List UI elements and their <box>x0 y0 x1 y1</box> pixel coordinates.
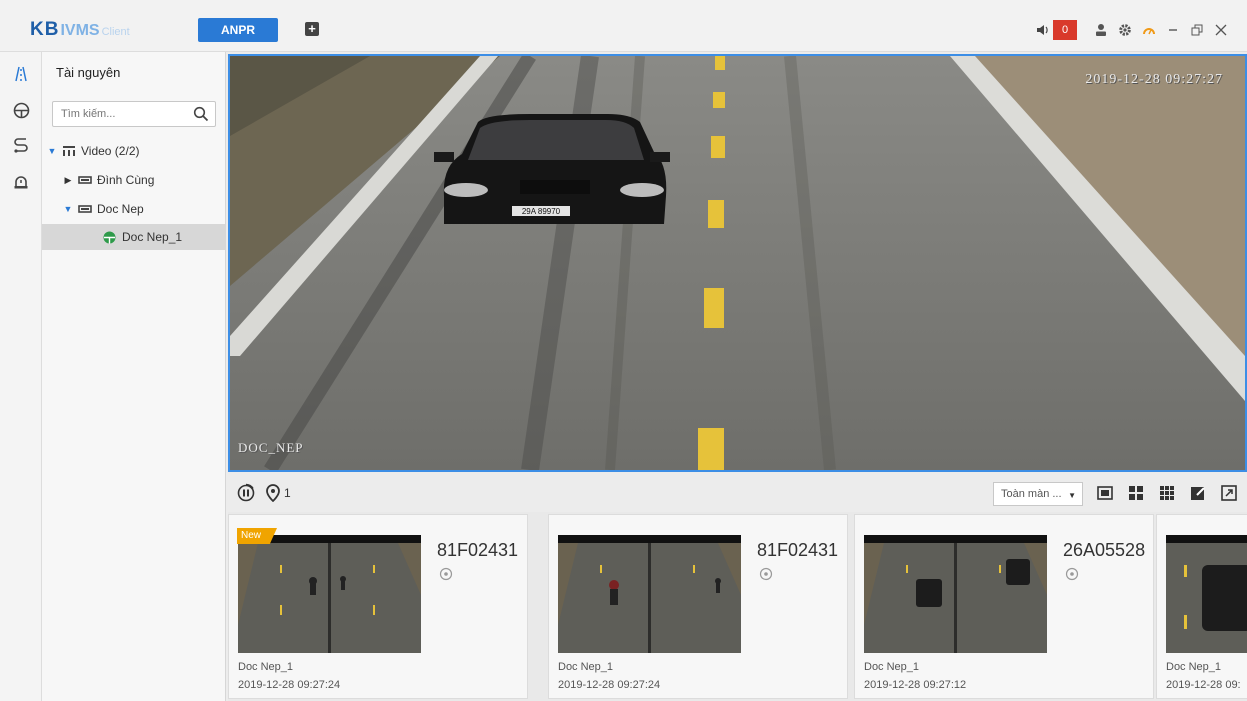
resource-panel: Tài nguyên ▼ Video (2/2) ▶ Đình Cùng ▼ D… <box>42 52 226 701</box>
capture-camera-name: Doc Nep_1 <box>558 661 614 673</box>
tree-item-label: Doc Nep_1 <box>122 230 183 244</box>
view-toolbar: 1 Toàn màn ... ▼ <box>228 474 1247 512</box>
plate-number: 81F02431 <box>757 540 839 560</box>
layout-2x2-icon[interactable] <box>1127 484 1145 502</box>
tree-item-label: Đình Cùng <box>97 173 155 187</box>
left-icon-rail <box>0 52 42 701</box>
locate-target-icon[interactable] <box>439 567 453 581</box>
osd-camera-name: DOC_NEP <box>238 440 304 455</box>
chevron-down-icon[interactable]: ▼ <box>46 146 58 156</box>
tree-item-doc-nep[interactable]: ▼ Doc Nep <box>42 196 225 222</box>
locate-target-icon[interactable] <box>1065 567 1079 581</box>
display-mode-select[interactable]: Toàn màn ... ▼ <box>993 482 1083 506</box>
device-icon <box>78 175 92 185</box>
restore-icon[interactable] <box>1185 20 1209 40</box>
speaker-icon[interactable] <box>1033 20 1053 40</box>
list-divider <box>532 514 542 699</box>
window-controls: 0 <box>1033 19 1233 41</box>
fullscreen-icon[interactable] <box>1220 484 1238 502</box>
app-logo: KB IVMS Client <box>30 19 130 41</box>
capture-thumbnail <box>558 535 741 653</box>
edit-layout-icon[interactable] <box>1189 484 1207 502</box>
settings-gear-icon[interactable] <box>1113 20 1137 40</box>
tree-item-doc-nep-1[interactable]: Doc Nep_1 <box>42 224 225 250</box>
logo-client-text: Client <box>101 26 130 38</box>
capture-timestamp: 2019-12-28 09:27:12 <box>864 679 967 691</box>
logo-ivms-text: IVMS <box>60 22 100 39</box>
layout-3x3-icon[interactable] <box>1158 484 1176 502</box>
app-window: KB IVMS Client ANPR + 0 Tài nguyên Tìm k… <box>0 0 1247 701</box>
capture-camera-name: Doc Nep_1 <box>1166 661 1222 673</box>
alarm-icon[interactable] <box>0 164 42 200</box>
toolbar-left: 1 <box>236 483 291 503</box>
tab-anpr[interactable]: ANPR <box>198 18 278 42</box>
add-tab-icon[interactable]: + <box>305 22 319 36</box>
location-count: 1 <box>284 486 291 500</box>
display-mode-value: Toàn màn ... <box>1001 488 1062 500</box>
title-bar: KB IVMS Client ANPR + 0 <box>0 0 1247 52</box>
route-icon[interactable] <box>0 128 42 164</box>
minimize-icon[interactable] <box>1161 20 1185 40</box>
tree-item-video-root[interactable]: ▼ Video (2/2) <box>42 138 225 164</box>
car-plate-text: 29A 89970 <box>522 207 561 216</box>
chevron-down-icon: ▼ <box>1068 491 1076 500</box>
performance-gauge-icon[interactable] <box>1137 20 1161 40</box>
capture-timestamp: 2019-12-28 09: <box>1166 679 1241 691</box>
anpr-icon[interactable] <box>0 92 42 128</box>
capture-thumbnail <box>1166 535 1247 653</box>
capture-thumbnail <box>238 535 421 653</box>
capture-card[interactable]: New 81F02431 Doc Nep_1 2019-12-28 09:27:… <box>228 514 528 699</box>
capture-list: New 81F02431 Doc Nep_1 2019-12-28 09:27:… <box>228 512 1247 701</box>
plate-number: 81F02431 <box>437 540 519 560</box>
capture-thumbnail <box>864 535 1047 653</box>
locate-target-icon[interactable] <box>759 567 773 581</box>
alarm-count-badge[interactable]: 0 <box>1053 20 1077 40</box>
location-pin-icon[interactable] <box>266 484 280 502</box>
pause-capture-icon[interactable] <box>236 483 256 503</box>
tree-item-dinh-cung[interactable]: ▶ Đình Cùng <box>42 167 225 193</box>
device-icon <box>78 204 92 214</box>
user-icon[interactable] <box>1089 20 1113 40</box>
capture-card[interactable]: Doc Nep_1 2019-12-28 09: <box>1156 514 1247 699</box>
capture-card[interactable]: 81F02431 Doc Nep_1 2019-12-28 09:27:24 <box>548 514 848 699</box>
search-icon[interactable] <box>193 106 209 122</box>
video-grid-icon <box>62 145 76 157</box>
capture-timestamp: 2019-12-28 09:27:24 <box>238 679 341 691</box>
tree-item-label: Video (2/2) <box>81 144 140 158</box>
logo-kb-text: KB <box>30 19 60 40</box>
search-box[interactable] <box>52 101 216 127</box>
capture-card[interactable]: 26A05528 Doc Nep_1 2019-12-28 09:27:12 <box>854 514 1154 699</box>
capture-camera-name: Doc Nep_1 <box>864 661 920 673</box>
tree-item-label: Doc Nep <box>97 202 144 216</box>
chevron-down-icon[interactable]: ▼ <box>62 204 74 214</box>
capture-camera-name: Doc Nep_1 <box>238 661 294 673</box>
close-icon[interactable] <box>1209 20 1233 40</box>
layout-1x1-icon[interactable] <box>1096 484 1114 502</box>
anpr-camera-icon <box>102 230 117 245</box>
search-input[interactable] <box>61 106 181 122</box>
chevron-right-icon[interactable]: ▶ <box>62 175 74 186</box>
osd-timestamp: 2019-12-28 09:27:27 <box>1085 72 1223 87</box>
road-scene-image: 29A 89970 <box>230 56 1245 470</box>
plate-number: 26A05528 <box>1063 540 1146 560</box>
panel-title: Tài nguyên <box>56 65 121 80</box>
resources-icon[interactable] <box>0 56 42 92</box>
live-video-view[interactable]: 29A 89970 2019-12-28 09:27:27 DOC_NEP <box>228 54 1247 472</box>
capture-timestamp: 2019-12-28 09:27:24 <box>558 679 661 691</box>
